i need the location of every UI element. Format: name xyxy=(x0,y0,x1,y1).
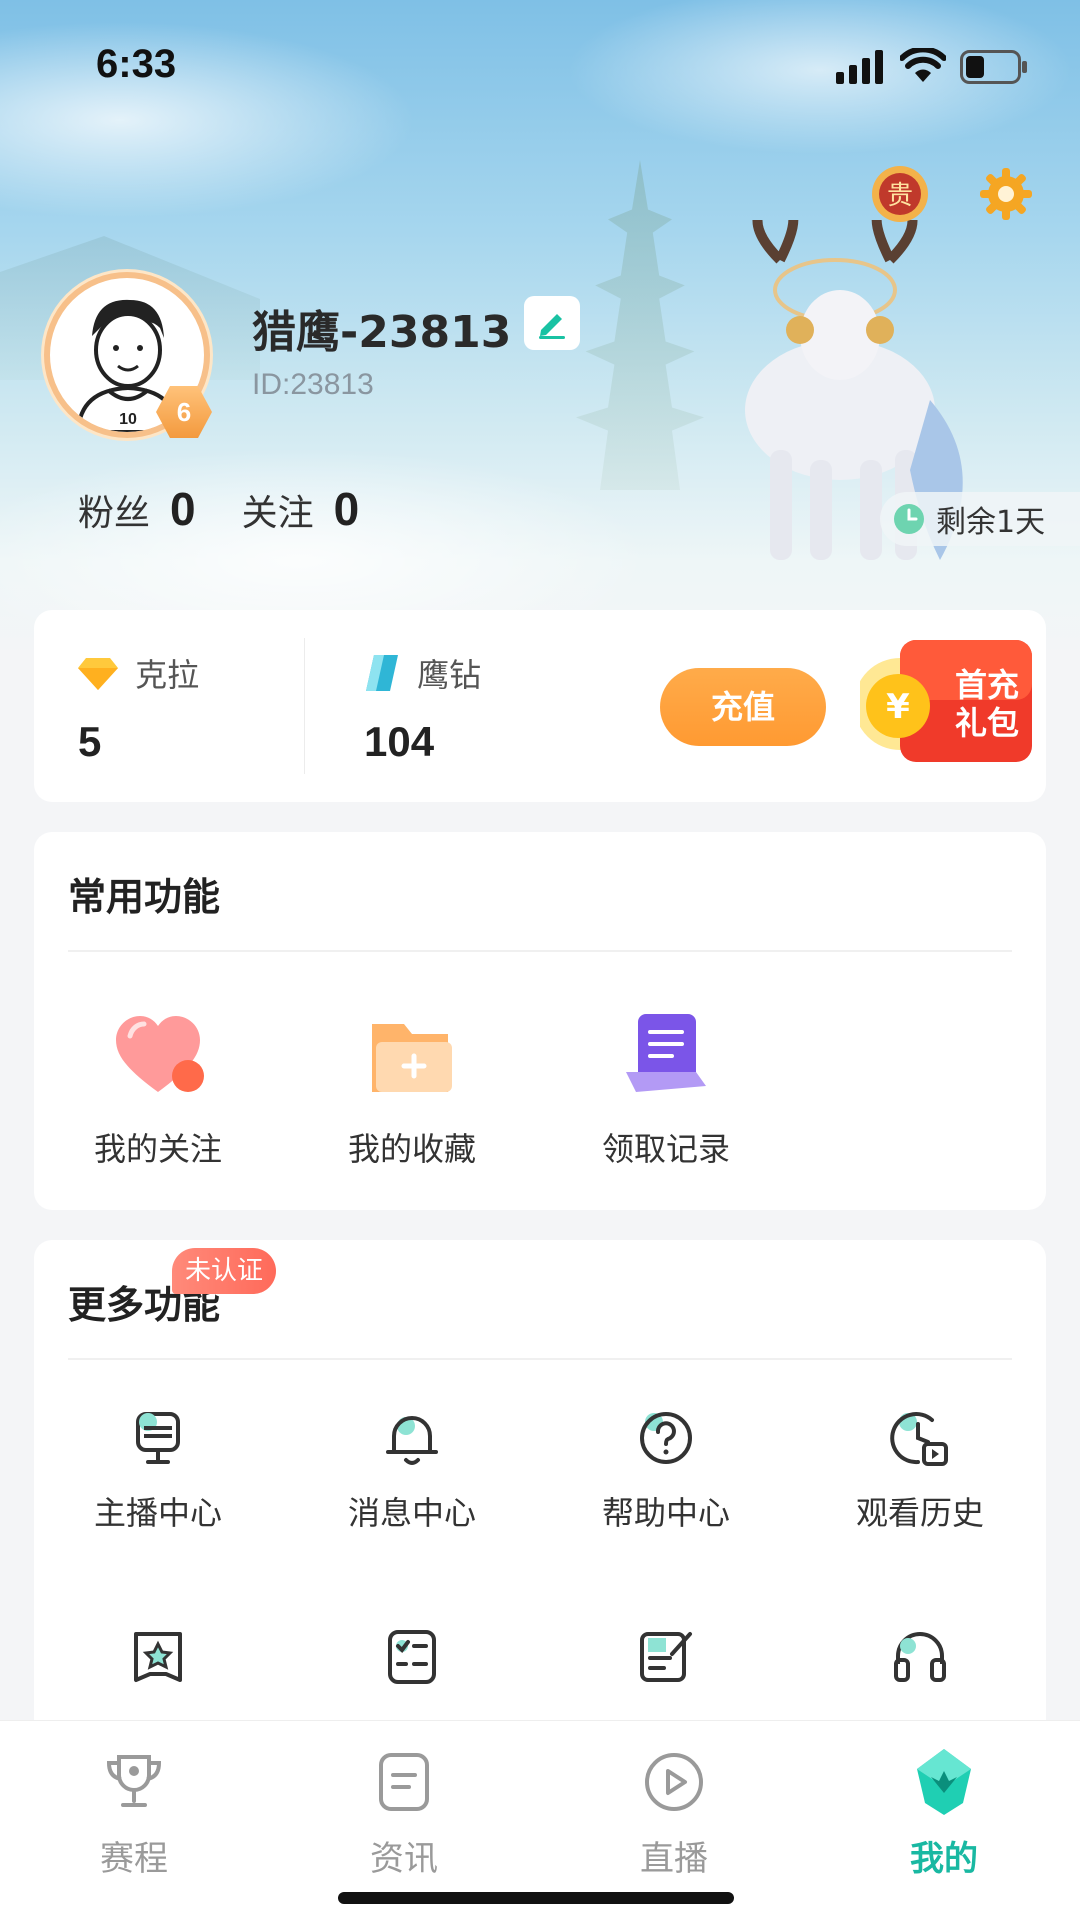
fans-count[interactable]: 0 xyxy=(170,482,196,536)
message-center-label: 消息中心 xyxy=(347,1494,476,1532)
section-divider xyxy=(68,950,1012,952)
watch-history-item[interactable]: 观看历史 xyxy=(820,1406,1020,1534)
record-icon xyxy=(626,1014,706,1092)
wifi-icon xyxy=(900,48,946,82)
edit-profile-button[interactable] xyxy=(524,296,580,350)
tab-mine[interactable]: 我的 xyxy=(874,1747,1014,1880)
remaining-days-text: 剩余1天 xyxy=(936,505,1046,540)
tab-live[interactable]: 直播 xyxy=(604,1747,744,1880)
watch-history-label: 观看历史 xyxy=(855,1494,984,1532)
eagle-diamond-balance[interactable]: 鹰钻 104 xyxy=(364,650,481,766)
more-function-item[interactable] xyxy=(566,1624,766,1688)
follow-stats: 粉丝 0 关注 0 xyxy=(78,482,405,536)
diamond-value: 104 xyxy=(364,718,435,765)
trophy-icon xyxy=(106,1755,162,1807)
tab-live-label: 直播 xyxy=(640,1839,708,1879)
tab-mine-label: 我的 xyxy=(910,1839,978,1879)
battery-icon xyxy=(960,50,1027,84)
bottom-tab-bar: 赛程 资讯 直播 我的 xyxy=(0,1720,1080,1920)
heart-icon xyxy=(116,1016,204,1092)
svg-text:¥: ¥ xyxy=(886,687,910,727)
claim-records-item[interactable]: 领取记录 xyxy=(566,1006,766,1170)
help-center-label: 帮助中心 xyxy=(601,1494,730,1532)
more-functions-section: 更多功能 未认证 主播中心 消息中心 帮助中心 观看历史 xyxy=(34,1240,1046,1720)
vip-medal-icon[interactable]: 贵 xyxy=(868,162,932,226)
news-icon xyxy=(379,1753,429,1811)
common-functions-section: 常用功能 我的关注 我的收藏 领取记录 xyxy=(34,832,1046,1210)
tab-news[interactable]: 资讯 xyxy=(334,1747,474,1880)
bell-icon xyxy=(386,1416,438,1465)
edit-note-icon xyxy=(640,1632,692,1682)
microphone-icon xyxy=(136,1412,180,1464)
anchor-center-label: 主播中心 xyxy=(93,1494,222,1532)
status-bar: 6:33 xyxy=(0,0,1080,130)
carat-balance[interactable]: 克拉 5 xyxy=(78,650,199,766)
unverified-badge: 未认证 xyxy=(172,1248,276,1294)
checklist-icon xyxy=(388,1630,436,1684)
tab-schedule-label: 赛程 xyxy=(100,1839,168,1879)
first-recharge-gift-label[interactable]: 首充礼包 xyxy=(950,666,1024,742)
user-id: ID:23813 xyxy=(252,368,374,401)
settings-gear-icon[interactable] xyxy=(978,166,1034,222)
home-indicator xyxy=(338,1892,734,1904)
question-icon xyxy=(640,1412,692,1464)
message-center-item[interactable]: 消息中心 xyxy=(312,1406,512,1534)
my-favorites-label: 我的收藏 xyxy=(347,1130,476,1168)
crystal-icon xyxy=(366,655,398,691)
claim-records-label: 领取记录 xyxy=(601,1130,730,1168)
cellular-signal-icon xyxy=(836,50,883,84)
play-icon xyxy=(645,1753,703,1811)
anchor-center-item[interactable]: 主播中心 xyxy=(58,1406,258,1534)
gem-icon xyxy=(78,658,118,690)
more-function-item[interactable] xyxy=(312,1624,512,1688)
diamond-label: 鹰钻 xyxy=(417,656,482,694)
my-favorites-item[interactable]: 我的收藏 xyxy=(312,1006,512,1170)
user-nickname: 猎鹰-23813 xyxy=(252,307,512,358)
status-time: 6:33 xyxy=(96,42,177,86)
folder-icon xyxy=(372,1024,452,1092)
star-card-icon xyxy=(134,1632,182,1682)
remaining-days-tag[interactable]: 剩余1天 xyxy=(880,492,1080,546)
carat-label: 克拉 xyxy=(135,656,200,694)
tab-news-label: 资讯 xyxy=(370,1839,438,1879)
following-count[interactable]: 0 xyxy=(334,482,360,536)
clock-icon xyxy=(894,504,924,534)
wallet-divider xyxy=(304,638,305,774)
fans-label[interactable]: 粉丝 xyxy=(78,484,150,536)
recharge-button[interactable]: 充值 xyxy=(660,668,826,746)
carat-value: 5 xyxy=(78,718,102,765)
profile-gem-icon xyxy=(917,1749,971,1815)
tab-schedule[interactable]: 赛程 xyxy=(64,1747,204,1880)
svg-text:贵: 贵 xyxy=(887,181,913,211)
my-follows-label: 我的关注 xyxy=(93,1130,222,1168)
more-function-item[interactable] xyxy=(820,1624,1020,1688)
more-function-item[interactable] xyxy=(58,1624,258,1688)
pencil-icon xyxy=(539,314,565,339)
svg-text:10: 10 xyxy=(119,411,137,428)
following-label[interactable]: 关注 xyxy=(242,484,314,536)
my-follows-item[interactable]: 我的关注 xyxy=(58,1006,258,1170)
history-icon xyxy=(890,1412,948,1466)
headset-icon xyxy=(894,1632,946,1682)
help-center-item[interactable]: 帮助中心 xyxy=(566,1406,766,1534)
section-divider xyxy=(68,1358,1012,1360)
common-functions-title: 常用功能 xyxy=(68,875,221,919)
